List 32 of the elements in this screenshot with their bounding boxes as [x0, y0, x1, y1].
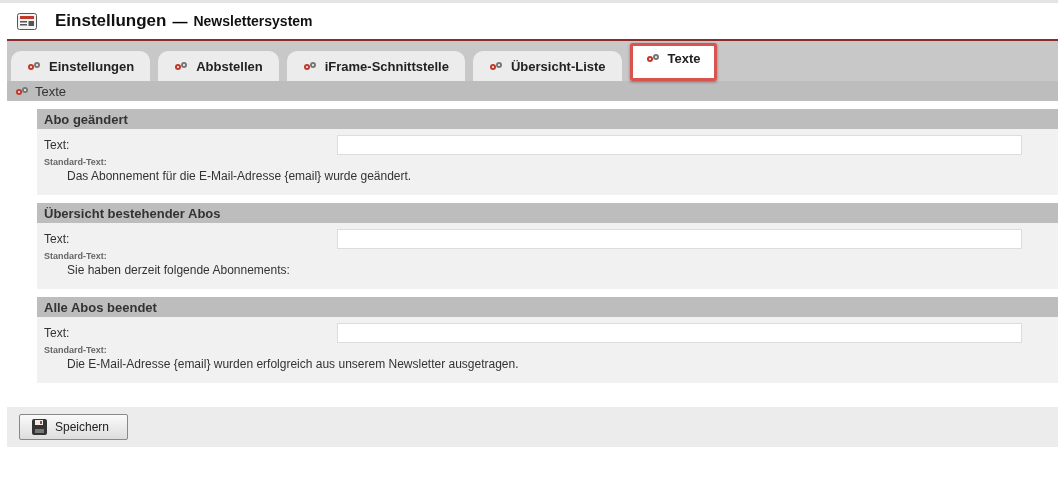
tab[interactable]: Übersicht-Liste — [472, 51, 622, 81]
tab[interactable]: Einstellungen — [11, 51, 151, 81]
default-text: Sie haben derzeit folgende Abonnements: — [66, 263, 291, 277]
save-button[interactable]: Speichern — [19, 414, 129, 440]
field-label: Text: — [44, 232, 71, 246]
gears-icon — [488, 61, 503, 71]
gears-icon — [645, 53, 660, 63]
field-label: Text: — [44, 138, 71, 152]
group-title: Abo geändert — [44, 111, 128, 127]
text-field[interactable] — [337, 135, 1022, 155]
gears-icon — [174, 61, 189, 71]
tab[interactable]: Abbstellen — [158, 51, 279, 81]
group-title: Alle Abos beendet — [44, 299, 157, 315]
default-label: Standard-Text: — [43, 157, 108, 167]
tab[interactable]: Texte — [629, 43, 717, 81]
gears-icon — [15, 86, 29, 96]
title-separator: — — [172, 12, 188, 30]
default-label: Standard-Text: — [43, 251, 108, 261]
default-label: Standard-Text: — [43, 345, 108, 355]
newspaper-icon — [17, 12, 37, 30]
page-title: Einstellungen — [55, 11, 167, 31]
page-subtitle: Newslettersystem — [193, 13, 313, 29]
field-label: Text: — [44, 326, 71, 340]
default-text: Das Abonnement für die E-Mail-Adresse {email} wurde geändert. — [66, 169, 413, 183]
gears-icon — [27, 61, 41, 71]
default-text: Die E-Mail-Adresse {email} wurden erfolgreich aus unserem Newsletter ausgetragen. — [66, 357, 520, 371]
text-field[interactable] — [337, 229, 1022, 249]
text-field[interactable] — [337, 323, 1022, 343]
gears-icon — [302, 61, 317, 71]
group-title: Übersicht bestehender Abos — [44, 205, 221, 221]
tab[interactable]: iFrame-Schnittstelle — [286, 51, 465, 81]
section-title: Texte — [35, 83, 67, 99]
